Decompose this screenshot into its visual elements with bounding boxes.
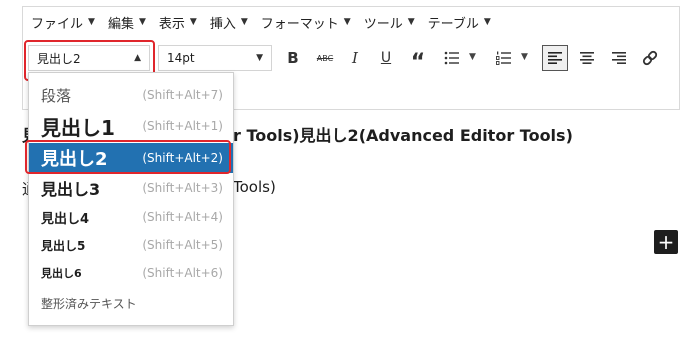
chevron-down-icon: ▼	[88, 17, 95, 27]
caret-up-icon: ▲	[134, 53, 141, 63]
dropdown-item-label: 見出し5	[41, 238, 86, 253]
menubar: ファイル ▼ 編集 ▼ 表示 ▼ 挿入 ▼ フォーマット ▼ ツール ▼ テーブル ▼	[23, 7, 679, 37]
bullet-list-icon[interactable]	[439, 45, 465, 71]
menu-tools[interactable]: ツール ▼	[364, 13, 415, 32]
chevron-down-icon[interactable]: ▼	[521, 52, 528, 62]
chevron-down-icon: ▼	[483, 17, 491, 27]
block-format-select[interactable]: 見出し2 ▲	[28, 45, 150, 71]
blockquote-icon[interactable]: “	[405, 45, 431, 75]
menu-edit-label: 編集	[107, 16, 134, 32]
dropdown-item-heading3[interactable]: 見出し3 (Shift+Alt+3)	[29, 173, 233, 203]
dropdown-item-shortcut: (Shift+Alt+3)	[142, 181, 223, 195]
menu-format[interactable]: フォーマット ▼	[261, 13, 351, 32]
link-icon[interactable]	[637, 45, 663, 71]
dropdown-item-label: 段落	[41, 86, 72, 105]
dropdown-item-shortcut: (Shift+Alt+7)	[142, 88, 223, 102]
chevron-down-icon: ▼	[407, 17, 415, 27]
add-block-button[interactable]: +	[654, 230, 678, 254]
numbered-list-icon[interactable]	[491, 45, 517, 71]
strikethrough-icon[interactable]: ABC	[312, 45, 338, 71]
chevron-down-icon: ▼	[343, 17, 351, 27]
chevron-down-icon[interactable]: ▼	[469, 52, 476, 62]
dropdown-item-heading6[interactable]: 見出し6 (Shift+Alt+6)	[29, 259, 233, 287]
menu-table[interactable]: テーブル ▼	[428, 13, 491, 32]
menu-file[interactable]: ファイル ▼	[31, 13, 95, 32]
menu-tools-label: ツール	[363, 16, 403, 32]
menu-insert[interactable]: 挿入 ▼	[210, 13, 248, 32]
dropdown-item-label: 整形済みテキスト	[41, 296, 137, 311]
menu-table-label: テーブル	[427, 16, 479, 32]
dropdown-item-shortcut: (Shift+Alt+6)	[142, 266, 223, 280]
align-right-icon[interactable]	[606, 45, 632, 71]
plus-icon: +	[657, 230, 675, 254]
menu-file-label: ファイル	[31, 16, 84, 32]
content-paragraph: Tools)	[233, 178, 276, 196]
dropdown-item-heading5[interactable]: 見出し5 (Shift+Alt+5)	[29, 231, 233, 259]
dropdown-item-shortcut: (Shift+Alt+5)	[142, 238, 223, 252]
chevron-down-icon: ▼	[138, 17, 146, 27]
align-center-icon[interactable]	[574, 45, 600, 71]
chevron-down-icon: ▼	[189, 17, 197, 27]
dropdown-item-heading4[interactable]: 見出し4 (Shift+Alt+4)	[29, 203, 233, 231]
dropdown-item-label: 見出し2	[41, 149, 108, 170]
dropdown-item-heading2[interactable]: 見出し2 (Shift+Alt+2)	[29, 143, 233, 173]
block-format-value: 見出し2	[37, 51, 81, 66]
menu-view-label: 表示	[158, 16, 185, 32]
dropdown-item-paragraph[interactable]: 段落 (Shift+Alt+7)	[29, 81, 233, 109]
chevron-down-icon: ▼	[256, 53, 263, 63]
align-left-icon[interactable]	[542, 45, 568, 71]
dropdown-item-label: 見出し3	[41, 180, 101, 199]
dropdown-item-shortcut: (Shift+Alt+2)	[142, 151, 223, 165]
font-size-select[interactable]: 14pt ▼	[158, 45, 272, 71]
font-size-value: 14pt	[167, 51, 195, 65]
dropdown-item-label: 見出し6	[41, 267, 82, 280]
menu-insert-label: 挿入	[209, 16, 236, 32]
dropdown-item-heading1[interactable]: 見出し1 (Shift+Alt+1)	[29, 109, 233, 143]
dropdown-item-shortcut: (Shift+Alt+1)	[142, 119, 223, 133]
bold-icon[interactable]: B	[280, 45, 306, 71]
italic-icon[interactable]: I	[342, 45, 368, 71]
toolbar: 見出し2 ▲ 14pt ▼ B ABC I U “ ▼ ▼	[23, 40, 679, 76]
block-format-dropdown: 段落 (Shift+Alt+7) 見出し1 (Shift+Alt+1) 見出し2…	[28, 72, 234, 326]
menu-view[interactable]: 表示 ▼	[159, 13, 197, 32]
menu-edit[interactable]: 編集 ▼	[108, 13, 146, 32]
menu-format-label: フォーマット	[260, 16, 339, 32]
dropdown-item-label: 見出し4	[41, 211, 90, 227]
dropdown-item-preformatted[interactable]: 整形済みテキスト	[29, 289, 233, 317]
chevron-down-icon: ▼	[240, 17, 248, 27]
underline-icon[interactable]: U	[373, 45, 399, 71]
dropdown-item-shortcut: (Shift+Alt+4)	[142, 210, 223, 224]
dropdown-item-label: 見出し1	[41, 115, 115, 140]
content-heading: r Tools)見出し2(Advanced Editor Tools)	[233, 126, 573, 145]
